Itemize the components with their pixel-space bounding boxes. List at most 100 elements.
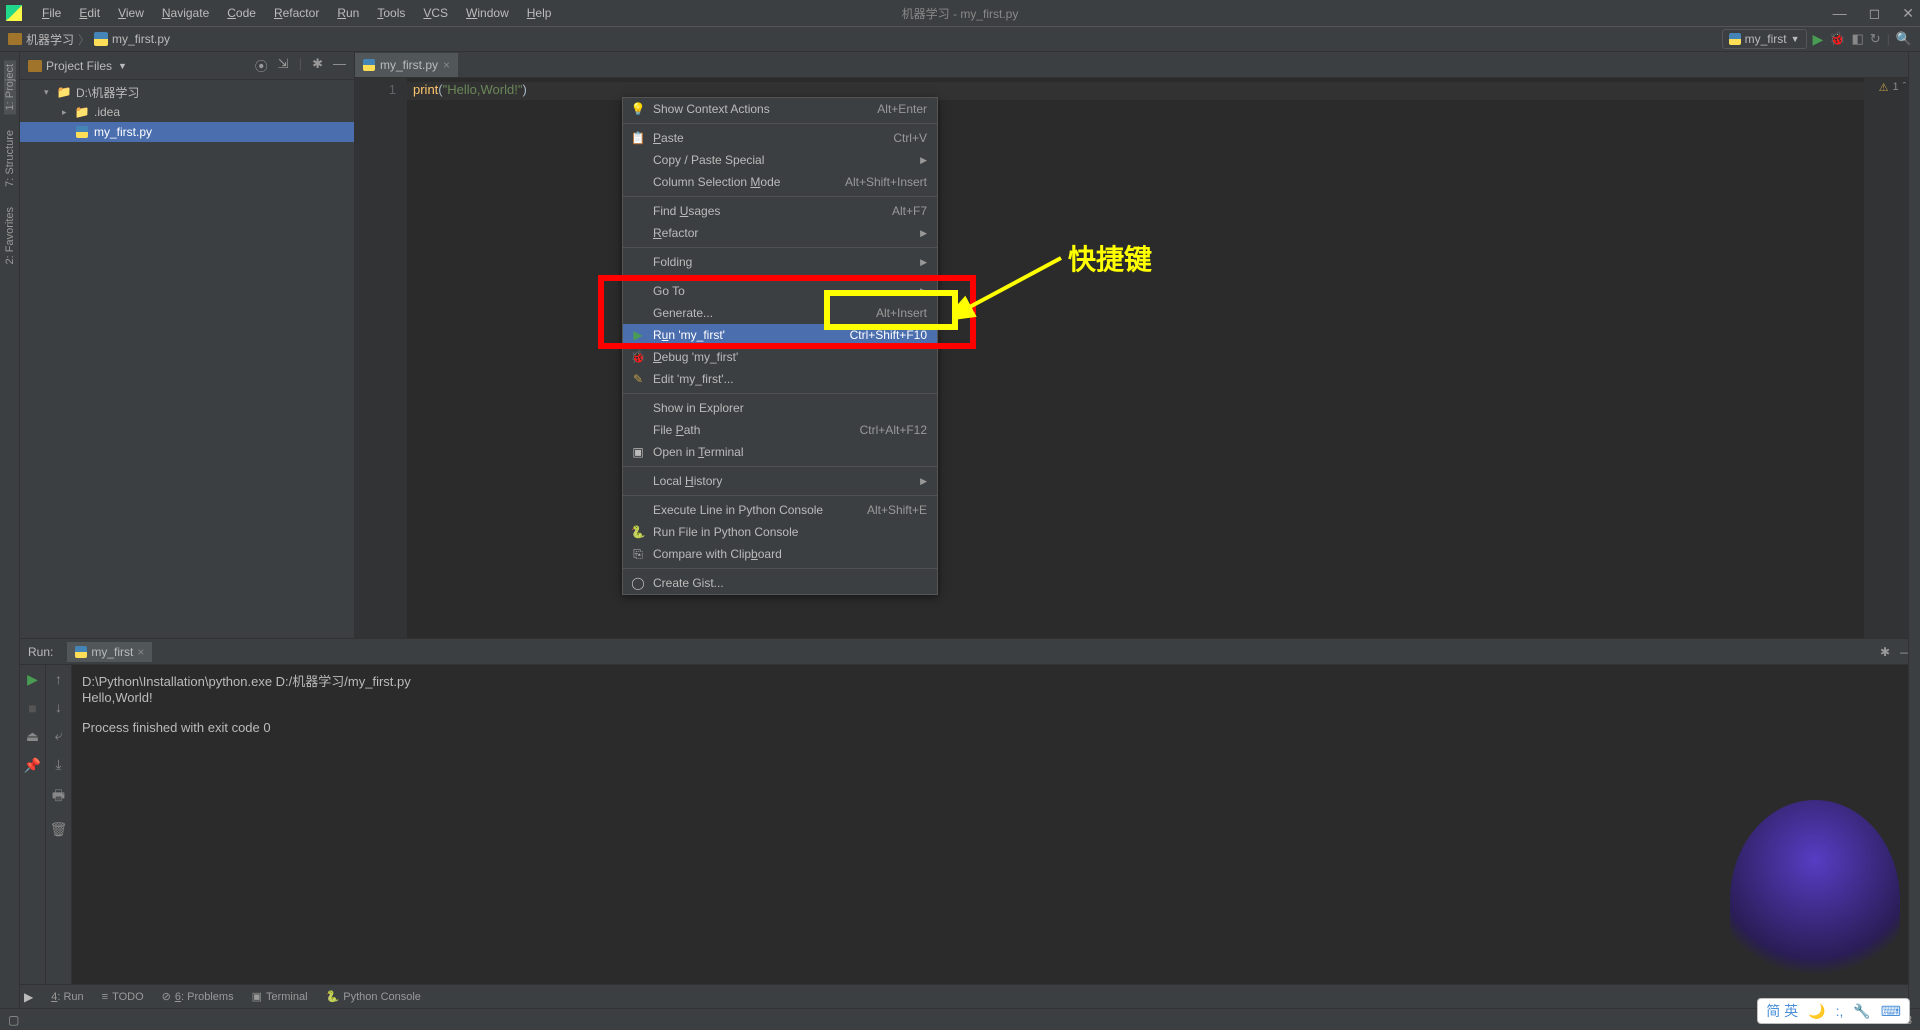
toolbar-separator: | <box>299 56 302 75</box>
pin-button[interactable]: 📌 <box>24 757 41 774</box>
ime-keyboard-icon[interactable]: ⌨ <box>1881 1003 1901 1020</box>
exit-button[interactable]: ⏏ <box>26 728 39 745</box>
python-icon: 🐍 <box>630 525 646 539</box>
ctx-go-to[interactable]: Go To▶ <box>623 280 937 302</box>
ctx-local-history[interactable]: Local History▶ <box>623 470 937 492</box>
stripe-favorites[interactable]: 2: Favorites <box>4 203 16 268</box>
debug-button[interactable]: 🐞 <box>1829 31 1845 47</box>
bug-icon: 🐞 <box>630 350 646 364</box>
tree-arrow-icon[interactable]: ▸ <box>62 107 74 118</box>
ctx-create-gist---[interactable]: ◯Create Gist... <box>623 572 937 594</box>
close-tab-button[interactable]: × <box>443 58 450 72</box>
menu-separator <box>623 276 937 277</box>
close-tab-button[interactable]: × <box>137 645 144 659</box>
ctx-item-label: Execute Line in Python Console <box>653 503 823 517</box>
chevron-down-icon[interactable]: ▼ <box>118 61 127 71</box>
ctx-refactor[interactable]: Refactor▶ <box>623 222 937 244</box>
down-button[interactable]: ↓ <box>55 699 62 715</box>
ctx-generate---[interactable]: Generate...Alt+Insert <box>623 302 937 324</box>
folder-icon: 📁 <box>74 105 90 119</box>
menu-help[interactable]: Help <box>519 3 560 23</box>
bottom-tool-problems[interactable]: ⊘6: Problems <box>162 990 234 1003</box>
menu-vcs[interactable]: VCS <box>415 3 456 23</box>
bottom-tool-terminal[interactable]: ▣Terminal <box>252 990 308 1003</box>
project-panel-title[interactable]: Project Files <box>46 59 112 73</box>
menu-file[interactable]: File <box>34 3 69 23</box>
clear-button[interactable]: 🗑 <box>50 821 68 838</box>
menu-window[interactable]: Window <box>458 3 517 23</box>
ime-bar[interactable]: 简 英 🌙 :, 🔧 ⌨ <box>1757 998 1910 1024</box>
menu-code[interactable]: Code <box>219 3 264 23</box>
ctx-edit--my-first----[interactable]: ✎Edit 'my_first'... <box>623 368 937 390</box>
minimize-button[interactable]: — <box>1833 5 1847 22</box>
ctx-compare-with-clipboard[interactable]: ⎘Compare with Clipboard <box>623 543 937 565</box>
ctx-folding[interactable]: Folding▶ <box>623 251 937 273</box>
settings-button[interactable]: ✱ <box>312 56 323 75</box>
tool-label: 4: Run <box>51 991 83 1003</box>
ime-lang[interactable]: 简 英 <box>1766 1001 1798 1021</box>
run-tool-tab-label: my_first <box>91 645 133 659</box>
editor-tab[interactable]: my_first.py × <box>355 53 459 77</box>
bottom-tool-pythonconsole[interactable]: 🐍Python Console <box>326 990 421 1003</box>
hide-button[interactable]: — <box>333 56 346 75</box>
search-everywhere-button[interactable]: 🔍 <box>1896 31 1912 47</box>
stop-button[interactable]: ■ <box>28 700 36 716</box>
ctx-paste[interactable]: 📋PasteCtrl+V <box>623 127 937 149</box>
run-button[interactable]: ▶ <box>1813 31 1824 48</box>
coverage-button[interactable]: ◧ <box>1851 31 1863 47</box>
close-button[interactable]: ✕ <box>1902 5 1914 22</box>
menu-navigate[interactable]: Navigate <box>154 3 217 23</box>
profile-button[interactable]: ↻ <box>1870 31 1881 47</box>
soft-wrap-button[interactable]: ⤶ <box>55 727 63 744</box>
tree-item[interactable]: ▸📁 .idea <box>20 102 354 122</box>
bottom-tool-run[interactable]: 4: Run <box>51 991 83 1003</box>
ctx-open-in-terminal[interactable]: ▣Open in Terminal <box>623 441 937 463</box>
ctx-run-file-in-python-console[interactable]: 🐍 Run File in Python Console <box>623 521 937 543</box>
tree-arrow-icon[interactable]: ▾ <box>44 87 56 98</box>
run-indicator-icon[interactable]: ▶ <box>24 990 33 1004</box>
shortcut-label: Ctrl+Alt+F12 <box>860 423 927 437</box>
stripe-project[interactable]: 1: Project <box>4 60 16 114</box>
bottom-tool-todo[interactable]: ≡TODO <box>102 991 144 1003</box>
scroll-to-end-button[interactable]: ⤓ <box>55 756 61 773</box>
ctx-file-path[interactable]: File PathCtrl+Alt+F12 <box>623 419 937 441</box>
select-opened-file-button[interactable]: ⦿ <box>255 56 268 75</box>
menu-tools[interactable]: Tools <box>369 3 413 23</box>
print-button[interactable]: 🖶 <box>52 785 65 809</box>
expand-all-button[interactable]: ⇲ <box>278 56 289 75</box>
tree-root[interactable]: ▾ 📁 D:\机器学习 <box>20 82 354 102</box>
menu-view[interactable]: View <box>110 3 152 23</box>
ctx-item-label: Find Usages <box>653 204 720 218</box>
tool-windows-button[interactable]: ▢ <box>8 1013 19 1027</box>
settings-button[interactable]: ✱ <box>1880 645 1890 659</box>
ctx-copy---paste-special[interactable]: Copy / Paste Special▶ <box>623 149 937 171</box>
ime-moon-icon[interactable]: 🌙 <box>1808 1003 1825 1020</box>
ime-comma-icon[interactable]: :, <box>1836 1003 1844 1019</box>
run-vertical-toolbar-2: ↑ ↓ ⤶ ⤓ 🖶 🗑 <box>46 665 72 1008</box>
ctx-item-label: Debug 'my_first' <box>653 350 738 364</box>
menu-run[interactable]: Run <box>329 3 367 23</box>
stripe-structure[interactable]: 7: Structure <box>4 126 16 191</box>
breadcrumb-separator: 〉 <box>78 31 90 48</box>
up-button[interactable]: ↑ <box>55 671 62 687</box>
tree-item[interactable]: my_first.py <box>20 122 354 142</box>
menu-edit[interactable]: Edit <box>71 3 108 23</box>
ctx-column-selection-mode[interactable]: Column Selection ModeAlt+Shift+Insert <box>623 171 937 193</box>
bottom-tool-stripe: ▶ 4: Run ≡TODO ⊘6: Problems ▣Terminal 🐍Pytho… <box>20 984 1920 1008</box>
rerun-button[interactable]: ▶ <box>27 671 38 688</box>
ctx-find-usages[interactable]: Find UsagesAlt+F7 <box>623 200 937 222</box>
tree-item-label: .idea <box>94 105 120 119</box>
ctx-show-context-actions[interactable]: 💡Show Context ActionsAlt+Enter <box>623 98 937 120</box>
ctx-show-in-explorer[interactable]: Show in Explorer <box>623 397 937 419</box>
menu-refactor[interactable]: Refactor <box>266 3 327 23</box>
ctx-run--my-first-[interactable]: ▶Run 'my_first'Ctrl+Shift+F10 <box>623 324 937 346</box>
ctx-item-label: Run File in Python Console <box>653 525 798 539</box>
run-tool-tab[interactable]: my_first × <box>67 642 152 662</box>
run-output[interactable]: D:\Python\Installation\python.exe D:/机器学… <box>72 665 1920 1008</box>
ctx-debug--my-first-[interactable]: 🐞 Debug 'my_first' <box>623 346 937 368</box>
ctx-execute-line-in-python-console[interactable]: Execute Line in Python ConsoleAlt+Shift+… <box>623 499 937 521</box>
run-config-selector[interactable]: my_first ▼ <box>1722 29 1807 49</box>
breadcrumb[interactable]: 机器学习 〉 my_first.py <box>8 31 170 48</box>
ime-settings-icon[interactable]: 🔧 <box>1853 1003 1870 1020</box>
maximize-button[interactable]: ◻ <box>1869 5 1881 22</box>
